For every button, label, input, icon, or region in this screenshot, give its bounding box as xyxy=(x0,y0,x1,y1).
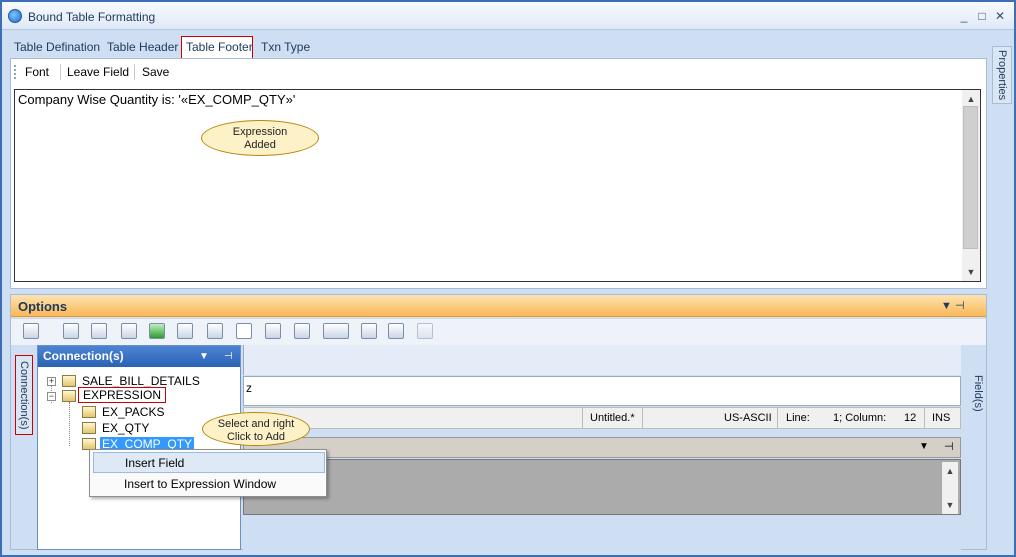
status-column-value: 12 xyxy=(904,412,917,424)
insert-to-expression-window-menu-item[interactable]: Insert to Expression Window xyxy=(93,474,325,495)
edit-icon[interactable] xyxy=(121,323,137,339)
tree-node-sale-bill-details[interactable]: SALE_BILL_DETAILS xyxy=(82,374,200,388)
dropdown-icon[interactable]: ▼ xyxy=(199,346,209,367)
tab-table-header[interactable]: Table Header xyxy=(103,36,182,58)
add-icon[interactable] xyxy=(177,323,193,339)
status-line-label: Line: xyxy=(786,412,810,424)
options-pin-icon[interactable]: ▼ ⊣ xyxy=(941,299,965,312)
connections-panel: Connection(s) ▼ ⊣ + SALE_BILL_DETAILS − … xyxy=(37,345,241,550)
code-fragment: z xyxy=(246,381,252,395)
minimize-button[interactable]: _ xyxy=(956,8,972,24)
expression-text-area[interactable]: Company Wise Quantity is: '«EX_COMP_QTY»… xyxy=(14,89,981,282)
tree-node-ex-qty[interactable]: EX_QTY xyxy=(102,421,149,435)
footer-editor-panel: Font Leave Field Save Company Wise Quant… xyxy=(10,58,987,289)
status-line-value: 1; Column: xyxy=(833,412,887,424)
collapse-icon[interactable]: − xyxy=(47,392,56,401)
options-panel: Options ▼ ⊣ Connection(s) Field(s) Conne… xyxy=(10,294,987,551)
expression-text: Company Wise Quantity is: '«EX_COMP_QTY»… xyxy=(18,92,296,107)
expression-added-callout: Expression Added xyxy=(201,120,319,156)
grid-icon[interactable] xyxy=(388,323,404,339)
tab-table-footer[interactable]: Table Footer xyxy=(181,36,253,59)
save-icon[interactable] xyxy=(149,323,165,339)
options-toolbar xyxy=(11,319,986,345)
editor-toolbar: Font Leave Field Save xyxy=(11,59,981,86)
toolbar-separator xyxy=(60,64,61,80)
connect-icon[interactable] xyxy=(63,323,79,339)
expand-icon[interactable]: + xyxy=(47,377,56,386)
scroll-up-icon[interactable]: ▲ xyxy=(962,92,980,106)
close-button[interactable]: ✕ xyxy=(992,8,1008,24)
tree-node-expression[interactable]: EXPRESSION xyxy=(78,387,167,403)
maximize-button[interactable]: □ xyxy=(974,8,990,24)
view-dropdown-icon[interactable] xyxy=(23,323,39,339)
save-button[interactable]: Save xyxy=(142,65,169,79)
field-icon xyxy=(82,406,96,418)
remove-icon[interactable] xyxy=(265,323,281,339)
scroll-down-icon[interactable]: ▼ xyxy=(942,498,958,512)
report-icon[interactable] xyxy=(91,323,107,339)
connections-header: Connection(s) xyxy=(38,346,240,367)
tab-txn-type[interactable]: Txn Type xyxy=(257,36,314,58)
table-icon xyxy=(62,390,76,402)
status-bar: Untitled.* US-ASCII Line: 1; Column: 12 … xyxy=(243,407,961,429)
status-encoding: US-ASCII xyxy=(724,412,772,424)
book-dropdown-icon[interactable] xyxy=(323,323,349,339)
output-panel-header: ▼ ⊣ xyxy=(243,437,961,458)
code-editor[interactable]: z xyxy=(243,376,961,406)
output-dropdown-icon[interactable]: ▼ xyxy=(919,441,929,452)
scroll-thumb[interactable] xyxy=(963,106,978,249)
status-separator xyxy=(582,408,583,428)
font-button[interactable]: Font xyxy=(25,65,49,79)
connections-title: Connection(s) xyxy=(43,349,124,363)
document-tab-strip xyxy=(243,345,961,375)
delete-icon[interactable] xyxy=(236,323,252,339)
options-title: Options xyxy=(18,299,68,314)
tree-line xyxy=(69,402,70,446)
properties-tab[interactable]: Properties xyxy=(992,46,1012,104)
status-file: Untitled.* xyxy=(590,412,635,424)
bound-table-formatting-window: Bound Table Formatting _ □ ✕ Table Defin… xyxy=(0,0,1016,557)
insert-field-menu-item[interactable]: Insert Field xyxy=(93,452,325,473)
pin-icon[interactable]: ⊣ xyxy=(224,346,233,367)
toolbar-separator xyxy=(134,64,135,80)
scroll-up-icon[interactable]: ▲ xyxy=(942,464,958,478)
fields-side-tab[interactable]: Field(s) xyxy=(968,353,986,433)
tab-table-defination[interactable]: Table Defination xyxy=(10,36,104,58)
output-panel: ▲ ▼ xyxy=(243,459,961,515)
connections-side-tab[interactable]: Connection(s) xyxy=(15,355,33,435)
output-scrollbar[interactable]: ▲ ▼ xyxy=(942,462,958,514)
options-header: Options ▼ ⊣ xyxy=(11,295,986,317)
select-right-click-callout: Select and right Click to Add xyxy=(202,412,310,446)
editor-scrollbar[interactable]: ▲ ▼ xyxy=(962,90,980,281)
table-icon xyxy=(62,375,76,387)
status-separator xyxy=(924,408,925,428)
scroll-down-icon[interactable]: ▼ xyxy=(962,265,980,279)
clipboard-icon[interactable] xyxy=(361,323,377,339)
status-separator xyxy=(642,408,643,428)
export-icon[interactable] xyxy=(207,323,223,339)
copy-icon[interactable] xyxy=(417,323,433,339)
field-icon xyxy=(82,422,96,434)
status-mode: INS xyxy=(932,412,951,424)
window-title: Bound Table Formatting xyxy=(28,10,156,24)
status-separator xyxy=(777,408,778,428)
output-pin-icon[interactable]: ⊣ xyxy=(944,440,954,453)
toolbar-grip[interactable] xyxy=(14,65,16,79)
tree-node-ex-packs[interactable]: EX_PACKS xyxy=(102,405,164,419)
title-bar: Bound Table Formatting _ □ ✕ xyxy=(2,2,1014,30)
list-icon[interactable] xyxy=(294,323,310,339)
expression-workspace: z Untitled.* US-ASCII Line: 1; Column: 1… xyxy=(243,345,961,551)
leave-field-button[interactable]: Leave Field xyxy=(67,65,129,79)
app-icon xyxy=(8,9,22,23)
context-menu: Insert Field Insert to Expression Window xyxy=(89,449,327,497)
